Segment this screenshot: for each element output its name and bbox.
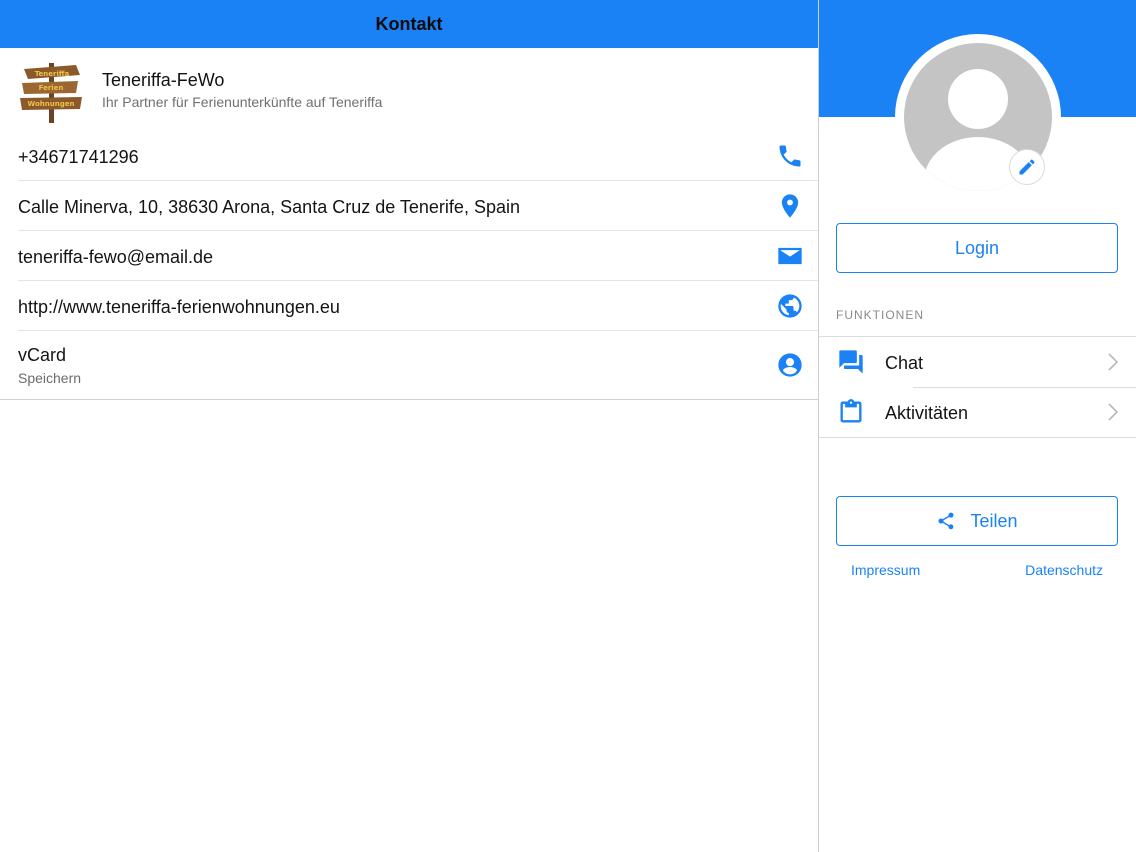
function-menu: Chat Aktivitäten [819,336,1136,438]
datenschutz-link[interactable]: Datenschutz [1025,562,1103,578]
share-icon [938,512,954,530]
impressum-link[interactable]: Impressum [851,562,920,578]
contact-list: +34671741296 Calle Minerva, 10, 38630 Ar… [0,131,818,400]
contact-row-phone[interactable]: +34671741296 [18,131,818,181]
login-button[interactable]: Login [836,223,1118,273]
account-circle-icon[interactable] [776,351,804,379]
section-label-funktionen: FUNKTIONEN [836,308,924,322]
contact-panel: Kontakt Teneriffa Ferien Wohnungen Tener… [0,0,818,852]
profile-sidebar: Login FUNKTIONEN Chat Aktivitäten Teilen… [819,0,1136,852]
email-text: teneriffa-fewo@email.de [18,247,214,267]
svg-text:Ferien: Ferien [39,84,64,92]
phone-icon[interactable] [776,142,804,170]
brand-name: Teneriffa-FeWo [102,70,225,90]
vcard-title: vCard [18,345,67,365]
menu-item-aktivitaeten[interactable]: Aktivitäten [819,387,1136,437]
brand-header: Teneriffa Ferien Wohnungen Teneriffa-FeW… [0,48,818,131]
top-bar: Kontakt [0,0,818,48]
edit-avatar-button[interactable] [1009,149,1045,185]
clipboard-icon [837,398,865,426]
globe-icon[interactable] [776,292,804,320]
address-text: Calle Minerva, 10, 38630 Arona, Santa Cr… [18,197,520,217]
page-title: Kontakt [375,13,443,34]
location-pin-icon[interactable] [776,192,804,220]
phone-number: +34671741296 [18,147,139,167]
vcard-subtitle: Speichern [18,370,82,386]
pencil-icon [1019,159,1035,175]
contact-row-address[interactable]: Calle Minerva, 10, 38630 Arona, Santa Cr… [18,181,818,231]
menu-item-chat[interactable]: Chat [819,337,1136,387]
svg-text:Teneriffa: Teneriffa [35,70,70,78]
chevron-right-icon [1108,403,1118,421]
svg-text:Wohnungen: Wohnungen [28,100,75,108]
chat-icon [837,348,865,376]
share-button[interactable]: Teilen [836,496,1118,546]
mail-icon[interactable] [776,242,804,270]
menu-item-label: Chat [885,353,924,373]
contact-row-email[interactable]: teneriffa-fewo@email.de [18,231,818,281]
contact-row-website[interactable]: http://www.teneriffa-ferienwohnungen.eu [18,281,818,331]
chevron-right-icon [1108,353,1118,371]
brand-tagline: Ihr Partner für Ferienunterkünfte auf Te… [102,94,383,110]
brand-logo: Teneriffa Ferien Wohnungen [18,57,84,123]
menu-item-label: Aktivitäten [885,403,969,423]
contact-row-vcard[interactable]: vCard Speichern [0,331,818,400]
website-text: http://www.teneriffa-ferienwohnungen.eu [18,297,340,317]
share-label: Teilen [970,510,1018,531]
